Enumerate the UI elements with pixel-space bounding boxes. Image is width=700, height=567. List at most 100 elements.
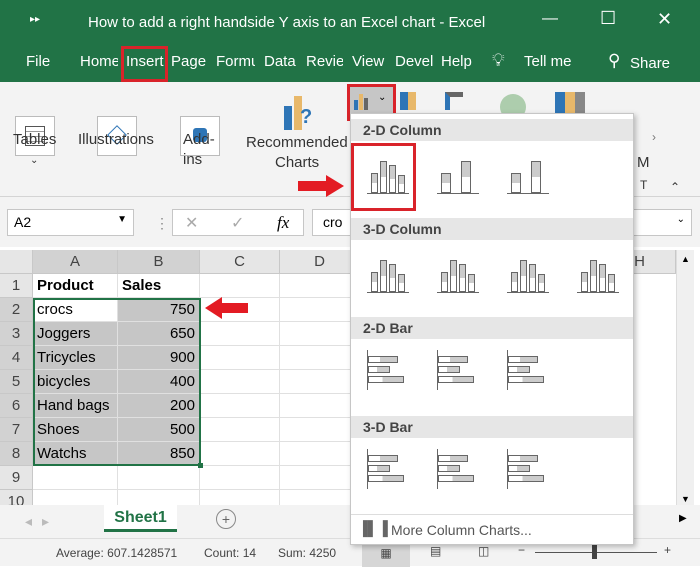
column-header-b[interactable]: B [118, 250, 200, 274]
row-header[interactable]: 7 [0, 418, 33, 442]
tab-review[interactable]: Revie [306, 53, 343, 70]
cell-a[interactable] [33, 466, 118, 490]
100-stacked-bar-chart-icon[interactable] [503, 346, 553, 396]
sheet-tab-sheet1[interactable]: Sheet1 [104, 505, 177, 532]
share-button[interactable]: Share [630, 55, 670, 72]
page-break-view-icon[interactable]: ◫ [478, 544, 489, 558]
fill-handle[interactable] [198, 463, 203, 468]
3d-column-chart-icon[interactable] [573, 247, 623, 297]
selection-range [33, 298, 201, 466]
hierarchy-chart-icon[interactable] [400, 92, 416, 110]
cell-d[interactable] [280, 466, 360, 490]
cell-d[interactable] [280, 298, 360, 322]
hscroll-right[interactable]: ▶ [679, 513, 687, 524]
cell-c[interactable] [200, 418, 280, 442]
cell-c[interactable] [200, 346, 280, 370]
ribbon-more-label[interactable]: M [637, 154, 650, 171]
100-stacked-column-chart-icon[interactable] [503, 148, 553, 198]
tables-button[interactable]: Tables [13, 131, 56, 148]
stacked-column-chart-icon[interactable] [433, 148, 483, 198]
tab-formulas[interactable]: Formu [216, 53, 255, 70]
3d-100-stacked-bar-chart-icon[interactable] [503, 445, 553, 495]
section-2d-bar: 2-D Bar [351, 317, 633, 339]
scroll-down-icon[interactable]: ▼ [681, 494, 690, 504]
cell-b[interactable] [118, 466, 200, 490]
cell-d[interactable] [280, 274, 360, 298]
quick-access-icon[interactable]: ▸▸ [30, 14, 40, 25]
row-header[interactable]: 2 [0, 298, 33, 322]
cell-c[interactable] [200, 394, 280, 418]
divider [351, 514, 633, 515]
recommended-charts-icon[interactable]: ? [280, 92, 316, 132]
name-box[interactable]: A2 ▼ [7, 209, 134, 236]
illustrations-button[interactable]: Illustrations [78, 131, 154, 148]
zoom-slider-thumb[interactable] [592, 545, 597, 559]
cell-c[interactable] [200, 466, 280, 490]
more-column-charts-link[interactable]: More Column Charts... [391, 522, 532, 538]
row-header[interactable]: 9 [0, 466, 33, 490]
recommended-charts-label-2[interactable]: Charts [275, 154, 319, 171]
minimize-button[interactable]: — [542, 10, 558, 28]
cell-b[interactable]: Sales [118, 274, 200, 298]
cell-d[interactable] [280, 322, 360, 346]
row-header[interactable]: 1 [0, 274, 33, 298]
3d-clustered-bar-chart-icon[interactable] [363, 445, 413, 495]
cancel-icon[interactable]: ✕ [185, 213, 198, 233]
tab-home[interactable]: Home [80, 53, 118, 70]
enter-icon[interactable]: ✓ [231, 213, 244, 233]
cell-a[interactable]: Product [33, 274, 118, 298]
column-header-a[interactable]: A [33, 250, 118, 274]
scroll-tabs-right[interactable]: ▸ [42, 513, 49, 530]
zoom-out-button[interactable]: − [518, 543, 525, 557]
tab-page-layout[interactable]: Page [171, 53, 206, 70]
cell-d[interactable] [280, 394, 360, 418]
column-header-c[interactable]: C [200, 250, 280, 274]
3d-stacked-column-chart-icon[interactable] [433, 247, 483, 297]
tab-file[interactable]: File [26, 53, 50, 70]
scroll-up-icon[interactable]: ▲ [681, 254, 690, 264]
addins-label-1[interactable]: Add- [183, 131, 215, 148]
insert-function-button[interactable]: fx [277, 213, 289, 233]
cell-c[interactable] [200, 322, 280, 346]
recommended-charts-label-1[interactable]: Recommended [246, 134, 348, 151]
3d-clustered-column-chart-icon[interactable] [363, 247, 413, 297]
3d-100-stacked-column-chart-icon[interactable] [503, 247, 553, 297]
row-header[interactable]: 6 [0, 394, 33, 418]
page-layout-view-icon[interactable]: ▤ [430, 544, 441, 558]
column-header-d[interactable]: D [280, 250, 360, 274]
maximize-button[interactable]: ☐ [600, 8, 616, 29]
addins-label-2[interactable]: ins [183, 151, 202, 168]
collapse-ribbon-button[interactable]: ⌃ [670, 180, 680, 194]
tab-developer[interactable]: Devel [395, 53, 433, 70]
cell-d[interactable] [280, 442, 360, 466]
vertical-scrollbar[interactable]: ▲ ▼ [676, 250, 694, 508]
tab-view[interactable]: View [352, 53, 384, 70]
close-button[interactable]: ✕ [657, 9, 672, 30]
cell-c[interactable] [200, 274, 280, 298]
lightbulb-icon: 💡︎ [492, 50, 505, 70]
stacked-bar-chart-icon[interactable] [433, 346, 483, 396]
formula-buttons: ✕ ✓ fx [172, 209, 304, 236]
select-all[interactable] [0, 250, 33, 274]
cell-c[interactable] [200, 442, 280, 466]
row-header[interactable]: 8 [0, 442, 33, 466]
waterfall-chart-icon[interactable] [445, 92, 463, 110]
3d-stacked-bar-chart-icon[interactable] [433, 445, 483, 495]
zoom-in-button[interactable]: + [664, 543, 671, 557]
ribbon-scroll-right[interactable]: › [652, 130, 656, 144]
cell-d[interactable] [280, 346, 360, 370]
tell-me-search[interactable]: Tell me [524, 53, 572, 70]
ribbon-tabs: File Home Insert Page Formu Data Revie V… [0, 45, 700, 82]
add-sheet-button[interactable]: + [216, 509, 236, 529]
cell-d[interactable] [280, 418, 360, 442]
row-header[interactable]: 4 [0, 346, 33, 370]
clustered-bar-chart-icon[interactable] [363, 346, 413, 396]
tab-data[interactable]: Data [264, 53, 296, 70]
row-header[interactable]: 5 [0, 370, 33, 394]
scroll-tabs-left[interactable]: ◂ [25, 513, 32, 530]
row-header[interactable]: 3 [0, 322, 33, 346]
tab-help[interactable]: Help [441, 53, 472, 70]
status-count: Count: 14 [204, 546, 257, 560]
cell-c[interactable] [200, 370, 280, 394]
cell-d[interactable] [280, 370, 360, 394]
